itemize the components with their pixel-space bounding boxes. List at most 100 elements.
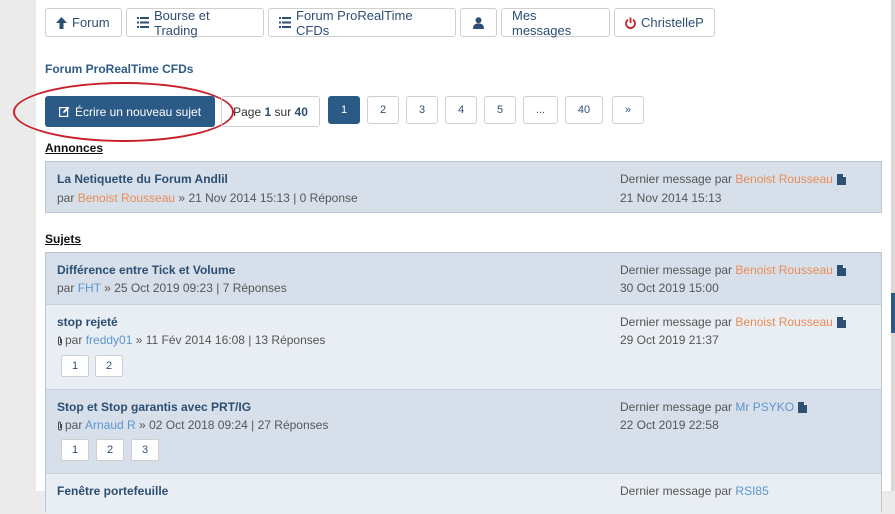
table-row: Fenêtre portefeuille Dernier message par… <box>46 474 881 514</box>
by-label: par <box>57 191 75 205</box>
pagination-next[interactable]: » <box>612 96 644 124</box>
last-post-date: 21 Nov 2014 15:13 <box>620 191 722 205</box>
topic-replies: 0 Réponse <box>299 191 358 205</box>
nav-prorealtime-button[interactable]: Forum ProRealTime CFDs <box>268 7 456 38</box>
last-post-date: 30 Oct 2019 15:00 <box>620 281 719 295</box>
last-prefix: Dernier message par <box>620 484 733 498</box>
last-post: Dernier message par RSI85 <box>620 484 769 498</box>
topic-meta: par FHT » 25 Oct 2019 09:23 | 7 Réponses <box>57 281 287 295</box>
file-icon[interactable] <box>836 264 846 276</box>
list-icon <box>137 17 149 28</box>
scrollbar-track[interactable] <box>891 0 895 491</box>
paperclip-icon <box>57 421 63 431</box>
topic-date: 11 Fév 2014 16:08 <box>145 333 245 347</box>
table-row: La Netiquette du Forum Andlil par Benois… <box>46 162 881 212</box>
file-icon[interactable] <box>836 173 846 185</box>
topic-replies: 13 Réponses <box>254 333 326 347</box>
power-icon <box>625 17 636 29</box>
paperclip-icon <box>57 336 63 346</box>
by-label: par <box>57 281 75 295</box>
pagination-2[interactable]: 2 <box>367 96 399 124</box>
page-current: 1 <box>264 104 272 119</box>
pagination-1[interactable]: 1 <box>328 96 360 124</box>
topic-date: 21 Nov 2014 15:13 <box>188 191 290 205</box>
page-indicator: Page 1 sur 40 <box>221 96 320 127</box>
topic-meta: par Benoist Rousseau » 21 Nov 2014 15:13… <box>57 191 358 205</box>
topic-pages: 1 2 <box>61 355 141 377</box>
topic-title[interactable]: Stop et Stop garantis avec PRT/IG <box>57 400 251 414</box>
last-post-date: 22 Oct 2019 22:58 <box>620 418 719 432</box>
file-icon[interactable] <box>798 401 808 413</box>
last-author[interactable]: Benoist Rousseau <box>735 263 832 277</box>
last-author[interactable]: RSI85 <box>735 484 768 498</box>
topic-title[interactable]: Fenêtre portefeuille <box>57 484 168 498</box>
table-row: Différence entre Tick et Volume par FHT … <box>46 253 881 305</box>
table-row: stop rejeté par freddy01 » 11 Fév 2014 1… <box>46 305 881 390</box>
topics-panel: Différence entre Tick et Volume par FHT … <box>45 252 882 514</box>
last-post: Dernier message par Mr PSYKO <box>620 400 808 414</box>
nav-bourse-label: Bourse et Trading <box>154 7 210 38</box>
arrow-up-icon <box>56 16 67 29</box>
by-label: par <box>65 333 83 347</box>
page-mid: sur <box>274 104 292 119</box>
topic-date: 02 Oct 2018 09:24 <box>149 418 248 432</box>
last-prefix: Dernier message par <box>620 263 733 277</box>
file-icon[interactable] <box>836 316 846 328</box>
last-author[interactable]: Benoist Rousseau <box>735 315 832 329</box>
last-prefix: Dernier message par <box>620 400 733 414</box>
topic-page-link[interactable]: 1 <box>61 355 89 377</box>
pagination-4[interactable]: 4 <box>445 96 477 124</box>
topic-author[interactable]: Arnaud R <box>85 418 136 432</box>
breadcrumb[interactable]: Forum ProRealTime CFDs <box>45 62 193 76</box>
by-label: par <box>65 418 83 432</box>
topic-author[interactable]: FHT <box>78 281 101 295</box>
list-icon <box>279 17 291 28</box>
topic-title[interactable]: Différence entre Tick et Volume <box>57 263 235 277</box>
topic-pages: 1 2 3 <box>61 439 171 461</box>
nav-messages-button[interactable]: Mes messages <box>501 7 610 38</box>
user-icon <box>473 16 484 29</box>
topic-page-link[interactable]: 3 <box>131 439 159 461</box>
last-prefix: Dernier message par <box>620 315 733 329</box>
topic-page-link[interactable]: 1 <box>61 439 89 461</box>
pagination-5[interactable]: 5 <box>484 96 516 124</box>
pagination-ellipsis: ... <box>523 96 558 124</box>
last-post: Dernier message par Benoist Rousseau <box>620 315 846 329</box>
topic-title[interactable]: La Netiquette du Forum Andlil <box>57 172 228 186</box>
nav-user-button[interactable]: ChristelleP <box>614 8 715 37</box>
nav-user-label: ChristelleP <box>641 15 704 30</box>
nav-messages-label: Mes messages <box>512 7 572 38</box>
page-total: 40 <box>294 104 308 119</box>
topic-date: 25 Oct 2019 09:23 <box>114 281 213 295</box>
nav-prorealtime-label: Forum ProRealTime CFDs <box>296 7 413 38</box>
topic-title[interactable]: stop rejeté <box>57 315 118 329</box>
last-author[interactable]: Benoist Rousseau <box>735 172 832 186</box>
topic-meta: par Arnaud R » 02 Oct 2018 09:24 | 27 Ré… <box>57 418 328 432</box>
topic-author[interactable]: Benoist Rousseau <box>78 191 175 205</box>
last-prefix: Dernier message par <box>620 172 733 186</box>
pagination-40[interactable]: 40 <box>565 96 603 124</box>
nav-forum-button[interactable]: Forum <box>45 8 122 37</box>
topic-page-link[interactable]: 2 <box>95 355 123 377</box>
section-annonces-heading: Annonces <box>45 141 104 155</box>
last-post: Dernier message par Benoist Rousseau <box>620 263 846 277</box>
last-post: Dernier message par Benoist Rousseau <box>620 172 846 186</box>
top-nav: Forum Bourse et Trading Forum ProRealTim… <box>45 8 715 39</box>
topic-replies: 7 Réponses <box>222 281 287 295</box>
topic-meta: par freddy01 » 11 Fév 2014 16:08 | 13 Ré… <box>57 333 325 347</box>
table-row: Stop et Stop garantis avec PRT/IG par Ar… <box>46 390 881 474</box>
last-post-date: 29 Oct 2019 21:37 <box>620 333 719 347</box>
topic-author[interactable]: freddy01 <box>86 333 133 347</box>
nav-bourse-button[interactable]: Bourse et Trading <box>126 7 264 38</box>
topic-page-link[interactable]: 2 <box>96 439 124 461</box>
annotation-circle <box>13 82 234 142</box>
section-sujets-heading: Sujets <box>45 232 82 246</box>
page-prefix: Page <box>233 104 262 119</box>
annonces-panel: La Netiquette du Forum Andlil par Benois… <box>45 161 882 213</box>
last-author[interactable]: Mr PSYKO <box>735 400 794 414</box>
nav-forum-label: Forum <box>72 15 110 30</box>
nav-profile-button[interactable] <box>460 8 497 37</box>
pagination-3[interactable]: 3 <box>406 96 438 124</box>
scrollbar-thumb[interactable] <box>891 293 895 333</box>
topic-replies: 27 Réponses <box>257 418 329 432</box>
